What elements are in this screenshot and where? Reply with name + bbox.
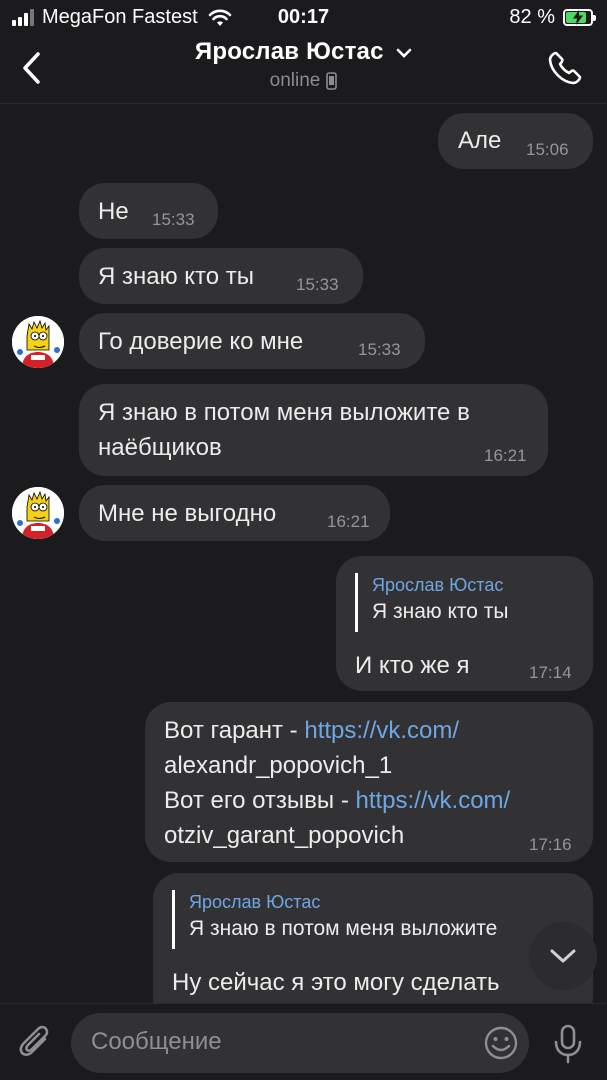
message-text: Ну сейчас я это могу сделать: [172, 969, 500, 996]
message-time: 16:21: [327, 512, 370, 531]
chat-header: Ярослав Юстас online: [0, 34, 607, 104]
status-bar: MegaFon Fastest 00:17 82 %: [0, 0, 607, 34]
contact-name[interactable]: Ярослав Юстас: [195, 38, 384, 65]
message-bubble-incoming[interactable]: Не 15:33: [79, 183, 218, 239]
message-text: Не: [98, 198, 129, 225]
battery-icon: [563, 9, 596, 26]
reply-quote[interactable]: Ярослав Юстас Я знаю в потом меня выложи…: [172, 890, 567, 949]
mobile-device-icon: [326, 72, 338, 90]
chevron-down-icon: [550, 949, 576, 963]
message-input-placeholder: Сообщение: [91, 1028, 222, 1055]
charging-bolt-icon: [573, 10, 583, 25]
message-bubble-outgoing-reply[interactable]: Ярослав Юстас Я знаю в потом меня выложи…: [153, 873, 593, 1023]
microphone-icon[interactable]: [552, 1024, 584, 1064]
message-bubble-incoming[interactable]: Я знаю кто ты 15:33: [79, 248, 363, 304]
message-bubble-incoming[interactable]: Мне не выгодно 16:21: [79, 485, 390, 541]
contact-title[interactable]: Ярослав Юстас online: [0, 38, 607, 92]
message-bubble-outgoing-reply[interactable]: Ярослав Юстас Я знаю кто ты И кто же я 1…: [336, 556, 593, 691]
message-composer: Сообщение: [0, 1003, 607, 1080]
message-time: 15:33: [152, 210, 195, 229]
message-text: Я знаю кто ты: [98, 263, 255, 290]
message-time: 17:16: [529, 835, 572, 854]
message-text: Вот гарант -: [164, 717, 305, 744]
message-time: 17:14: [529, 663, 572, 682]
message-link[interactable]: otziv_garant_popovich: [164, 818, 404, 853]
phone-icon[interactable]: [547, 50, 583, 86]
reply-author: Ярослав Юстас: [189, 892, 321, 912]
battery-percent: 82 %: [509, 6, 555, 28]
message-link[interactable]: alexandr_popovich_1: [164, 748, 392, 783]
reply-quote[interactable]: Ярослав Юстас Я знаю кто ты: [355, 573, 509, 632]
message-line-1: Вот гарант - https://vk.com/: [164, 713, 459, 748]
message-line-3: Вот его отзывы - https://vk.com/: [164, 783, 510, 818]
cartoon-avatar-icon: [12, 487, 64, 539]
avatar[interactable]: [12, 316, 64, 368]
message-text: Мне не выгодно: [98, 500, 277, 527]
paperclip-icon[interactable]: [18, 1022, 54, 1062]
scroll-to-bottom-button[interactable]: [529, 922, 597, 990]
message-text-line-1: Я знаю в потом меня выложите в: [98, 399, 470, 426]
message-input[interactable]: Сообщение: [71, 1013, 529, 1073]
message-bubble-outgoing[interactable]: Вот гарант - https://vk.com/ alexandr_po…: [145, 702, 593, 862]
message-time: 15:06: [526, 140, 569, 159]
message-bubble-incoming[interactable]: Я знаю в потом меня выложите в наёбщиков…: [79, 384, 548, 476]
contact-status: online: [269, 70, 321, 91]
message-time: 15:33: [296, 275, 339, 294]
message-bubble-outgoing[interactable]: Але 15:06: [438, 113, 593, 169]
reply-text: Я знаю кто ты: [372, 600, 509, 623]
message-link[interactable]: https://vk.com/: [355, 787, 510, 814]
emoji-icon[interactable]: [483, 1025, 519, 1061]
message-text: И кто же я: [355, 652, 470, 679]
message-link[interactable]: https://vk.com/: [304, 717, 459, 744]
message-text-line-2: наёбщиков: [98, 434, 222, 461]
message-text: Вот его отзывы -: [164, 787, 356, 814]
chevron-down-icon[interactable]: [396, 48, 412, 58]
message-time: 15:33: [358, 340, 401, 359]
cartoon-avatar-icon: [12, 316, 64, 368]
reply-text: Я знаю в потом меня выложите: [189, 917, 498, 940]
battery-level-fill: [566, 10, 586, 25]
avatar[interactable]: [12, 487, 64, 539]
message-bubble-incoming[interactable]: Го доверие ко мне 15:33: [79, 313, 425, 369]
reply-author: Ярослав Юстас: [372, 575, 504, 595]
message-time: 16:21: [484, 446, 527, 465]
message-text: Але: [458, 127, 502, 154]
message-text: Го доверие ко мне: [98, 328, 304, 355]
